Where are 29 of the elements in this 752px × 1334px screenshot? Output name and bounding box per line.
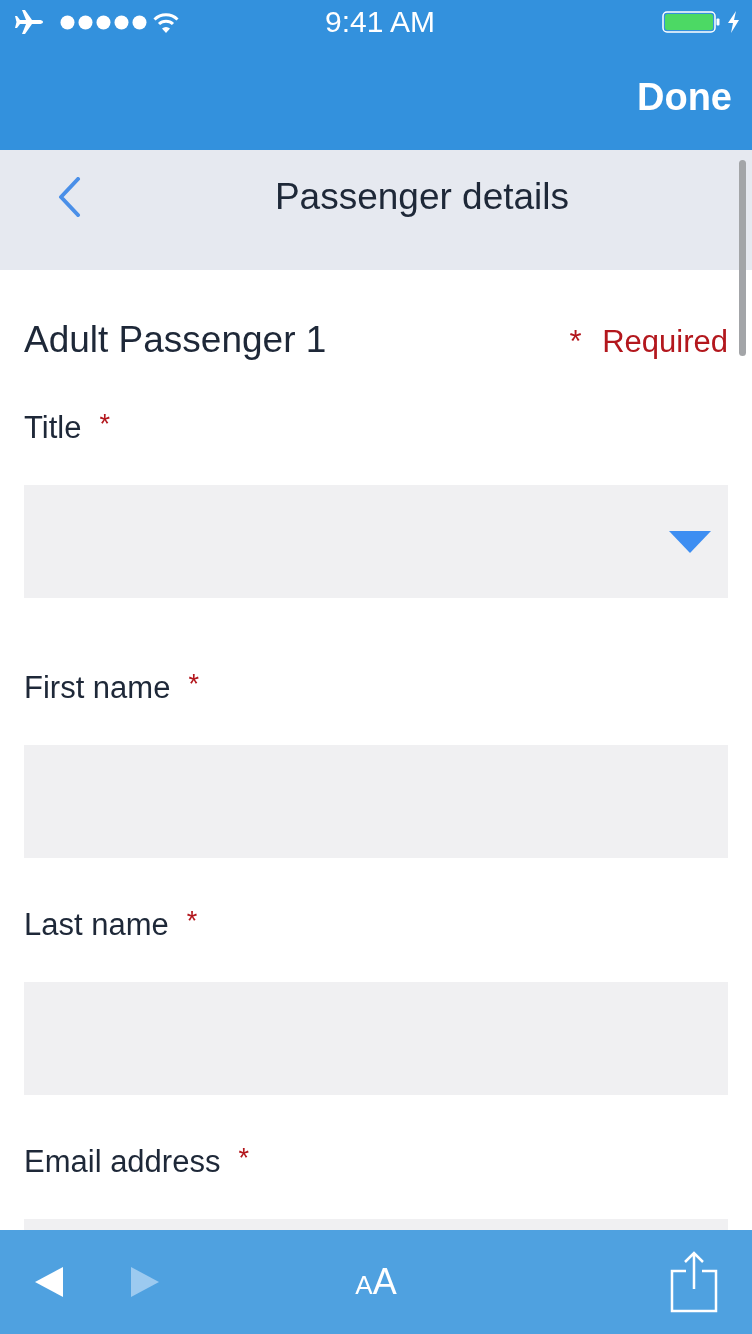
share-button[interactable] <box>670 1251 718 1313</box>
caret-down-icon <box>669 530 711 553</box>
field-label: First name <box>24 670 171 706</box>
signal-strength-icon <box>60 14 148 30</box>
battery-icon <box>662 11 720 33</box>
airplane-icon <box>14 9 44 35</box>
required-asterisk: * <box>238 1145 249 1172</box>
left-triangle-icon <box>35 1267 63 1297</box>
input-field[interactable] <box>24 1219 728 1230</box>
page-title: Passenger details <box>273 175 571 219</box>
field-label: Last name <box>24 907 169 943</box>
wifi-icon <box>152 11 180 33</box>
required-asterisk: * <box>188 671 199 698</box>
text-size-button[interactable]: AA <box>355 1264 397 1300</box>
share-icon <box>670 1251 718 1313</box>
status-time: 9:41 AM <box>324 5 436 39</box>
previous-page-button[interactable] <box>35 1267 63 1297</box>
chevron-left-icon <box>56 177 82 217</box>
field-label: Email address <box>24 1144 221 1180</box>
back-button[interactable] <box>56 177 82 217</box>
required-asterisk: * <box>99 411 110 438</box>
section-heading: Adult Passenger 1 <box>24 318 327 362</box>
required-asterisk: * <box>186 908 198 935</box>
right-triangle-icon <box>131 1267 159 1297</box>
field-label: Title <box>24 410 82 446</box>
dropdown-field[interactable] <box>24 485 728 598</box>
charging-bolt-icon <box>727 11 740 33</box>
done-button[interactable]: Done <box>637 75 732 119</box>
required-legend: * Required <box>569 324 728 360</box>
